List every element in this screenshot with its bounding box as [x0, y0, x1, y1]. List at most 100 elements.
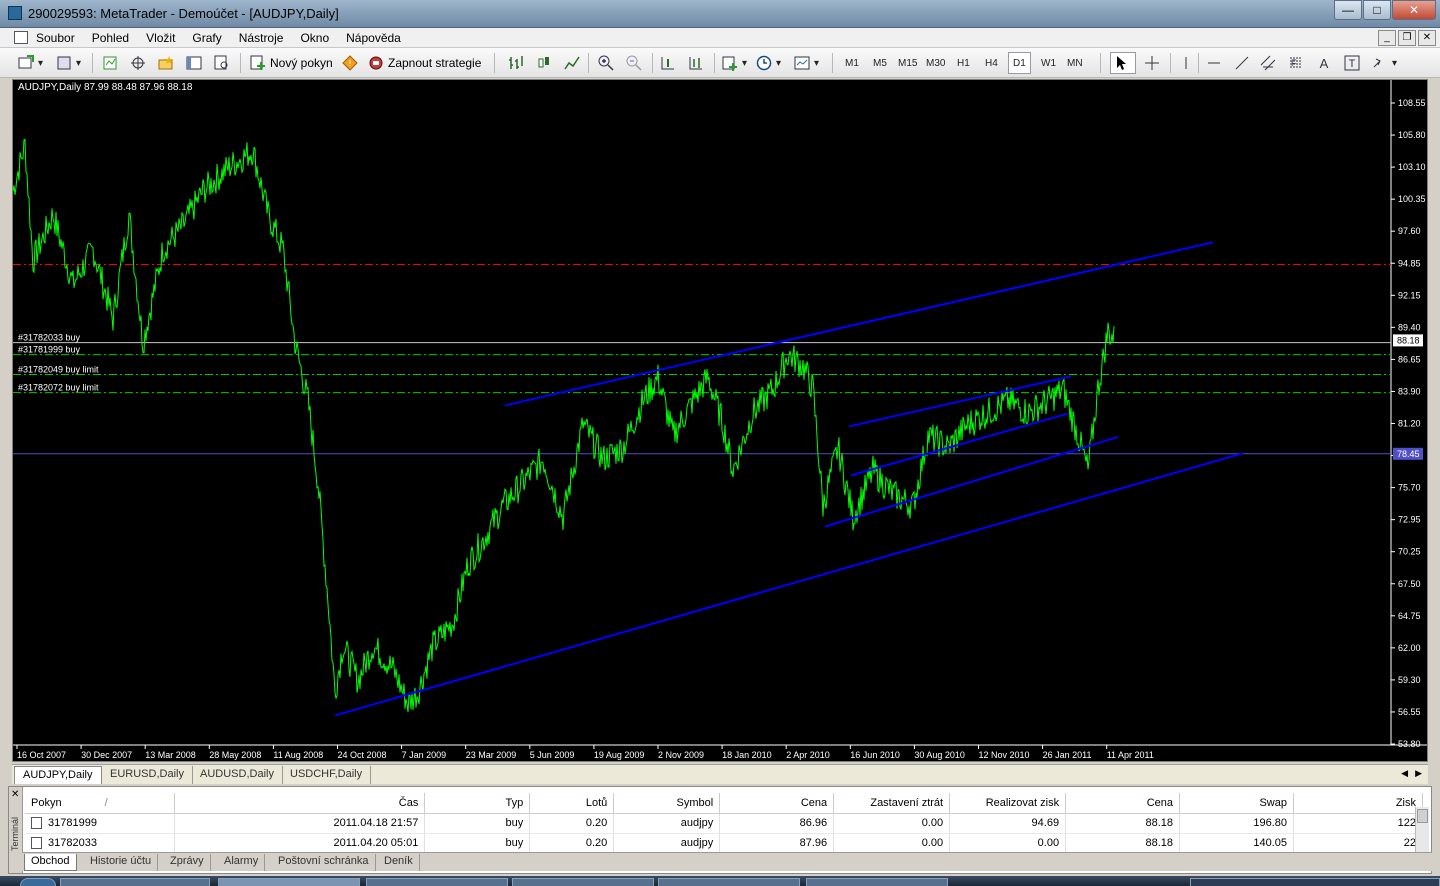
tab-scroll-right-icon[interactable]: ▶: [1415, 768, 1422, 779]
timeframe-m30[interactable]: M30: [926, 52, 945, 74]
maximize-button[interactable]: □: [1363, 0, 1391, 20]
new-chart-icon: [18, 55, 34, 69]
menu-window[interactable]: Okno: [300, 31, 339, 45]
col-stop-loss[interactable]: Zastavení ztrát: [833, 793, 951, 814]
order-row[interactable]: 31781999 2011.04.18 21:57 buy 0.20 audjp…: [25, 813, 1424, 834]
col-price[interactable]: Cena: [719, 793, 835, 814]
auto-trading-button[interactable]: Zapnout strategie: [368, 52, 481, 74]
chart-tab-audjpy[interactable]: AUDJPY,Daily: [14, 766, 102, 784]
col-lots[interactable]: Lotů: [529, 793, 615, 814]
terminal-scrollbar[interactable]: [1415, 807, 1429, 853]
menu-help[interactable]: Nápověda: [346, 31, 411, 45]
trend-line: [824, 435, 1119, 528]
templates-button[interactable]: ▾: [794, 52, 819, 74]
price-tick-label: 103.10: [1398, 162, 1426, 172]
menu-view[interactable]: Pohled: [92, 31, 139, 45]
menu-charts[interactable]: Grafy: [192, 31, 231, 45]
timeframe-w1[interactable]: W1: [1041, 52, 1056, 74]
chart-canvas[interactable]: 108.55 105.80 103.10 100.35 97.60 94.85 92.15 8…: [13, 80, 1427, 761]
tab-scroll-left-icon[interactable]: ◀: [1401, 768, 1408, 779]
line-chart-button[interactable]: [564, 52, 584, 74]
col-profit[interactable]: Zisk: [1293, 793, 1424, 814]
timeframe-m1[interactable]: M1: [845, 52, 859, 74]
trendline-tool[interactable]: [1234, 52, 1254, 74]
magnifier-chart-icon: [214, 55, 228, 70]
date-tick-label: 18 Jan 2010: [722, 750, 772, 760]
auto-scroll-button[interactable]: [660, 52, 680, 74]
menu-tools[interactable]: Nástroje: [239, 31, 294, 45]
terminal-toggle-button[interactable]: [186, 52, 206, 74]
chart-minimize-button[interactable]: _: [1378, 30, 1396, 46]
new-chart-button[interactable]: ▾: [18, 52, 43, 74]
col-time[interactable]: Čas: [174, 793, 426, 814]
chart-document-icon[interactable]: [14, 31, 28, 44]
close-button[interactable]: ✕: [1392, 0, 1436, 20]
navigator-button[interactable]: [130, 52, 150, 74]
price-chart[interactable]: 108.55 105.80 103.10 100.35 97.60 94.85 92.15 8…: [12, 79, 1428, 762]
terminal-close-icon[interactable]: ✕: [11, 789, 19, 800]
chart-restore-button[interactable]: ❐: [1398, 30, 1416, 46]
crosshair-tool-button[interactable]: [1144, 52, 1164, 74]
zoom-out-button[interactable]: [626, 52, 646, 74]
col-type[interactable]: Typ: [424, 793, 531, 814]
zoom-in-button[interactable]: [598, 52, 618, 74]
taskbar-item[interactable]: [658, 878, 800, 886]
new-order-icon: [250, 55, 265, 70]
taskbar-item[interactable]: [806, 878, 948, 886]
taskbar-item-active[interactable]: [218, 878, 360, 886]
taskbar-item[interactable]: [366, 878, 508, 886]
timeframe-h4[interactable]: H4: [985, 52, 998, 74]
star-folder-icon: [158, 56, 173, 70]
menu-file[interactable]: Soubor: [36, 31, 85, 45]
timeframe-mn[interactable]: MN: [1067, 52, 1083, 74]
vertical-line-tool[interactable]: [1178, 52, 1198, 74]
channel-tool[interactable]: [1260, 52, 1280, 74]
new-order-button[interactable]: Nový pokyn: [250, 52, 333, 74]
periods-button[interactable]: ▾: [756, 52, 781, 74]
expert-warning-button[interactable]: !: [342, 52, 362, 74]
tab-alerts[interactable]: Alarmy: [218, 854, 266, 871]
chart-shift-button[interactable]: [688, 52, 708, 74]
tab-journal[interactable]: Deník: [378, 854, 420, 871]
chart-tab-usdchf[interactable]: USDCHF,Daily: [282, 766, 372, 784]
col-swap[interactable]: Swap: [1179, 793, 1294, 814]
col-current-price[interactable]: Cena: [1065, 793, 1181, 814]
menu-insert[interactable]: Vložit: [146, 31, 185, 45]
arrows-tool[interactable]: ▾: [1372, 52, 1397, 74]
taskbar-item[interactable]: [60, 878, 210, 886]
col-take-profit[interactable]: Realizovat zisk: [949, 793, 1067, 814]
bar-chart-icon: [509, 56, 523, 69]
timeframe-m15[interactable]: M15: [898, 52, 917, 74]
timeframe-m5[interactable]: M5: [873, 52, 887, 74]
horizontal-line-tool[interactable]: [1206, 52, 1226, 74]
chart-tab-audusd[interactable]: AUDUSD,Daily: [192, 766, 283, 784]
tab-account-history[interactable]: Historie účtu: [84, 854, 159, 871]
taskbar-item[interactable]: [512, 878, 654, 886]
scrollbar-thumb[interactable]: [1417, 809, 1428, 823]
chart-close-button[interactable]: ✕: [1418, 30, 1436, 46]
col-order[interactable]: Pokyn /: [25, 793, 176, 814]
start-button[interactable]: [20, 878, 56, 886]
cursor-tool-button[interactable]: [1110, 52, 1136, 74]
candlestick-button[interactable]: [536, 52, 556, 74]
col-symbol[interactable]: Symbol: [613, 793, 721, 814]
tab-trade[interactable]: Obchod: [24, 854, 77, 871]
price-tick-label: 56.55: [1398, 707, 1421, 717]
market-watch-button[interactable]: [102, 52, 122, 74]
tab-mailbox[interactable]: Poštovní schránka: [272, 854, 376, 871]
order-row[interactable]: 31782033 2011.04.20 05:01 buy 0.20 audjp…: [25, 833, 1424, 854]
timeframe-d1[interactable]: D1: [1008, 52, 1031, 74]
favorites-button[interactable]: [158, 52, 178, 74]
tab-news[interactable]: Zprávy: [164, 854, 211, 871]
timeframe-h1[interactable]: H1: [957, 52, 970, 74]
minimize-button[interactable]: —: [1334, 0, 1362, 20]
tester-button[interactable]: [214, 52, 234, 74]
chart-tab-eurusd[interactable]: EURUSD,Daily: [102, 766, 193, 784]
text-label-tool[interactable]: T: [1344, 52, 1364, 74]
bar-chart-button[interactable]: [508, 52, 528, 74]
fibonacci-tool[interactable]: F: [1288, 52, 1308, 74]
price-tick-label: 97.60: [1398, 226, 1421, 236]
text-tool[interactable]: A: [1316, 52, 1336, 74]
indicators-button[interactable]: ▾: [722, 52, 747, 74]
profiles-button[interactable]: ▾: [56, 52, 81, 74]
